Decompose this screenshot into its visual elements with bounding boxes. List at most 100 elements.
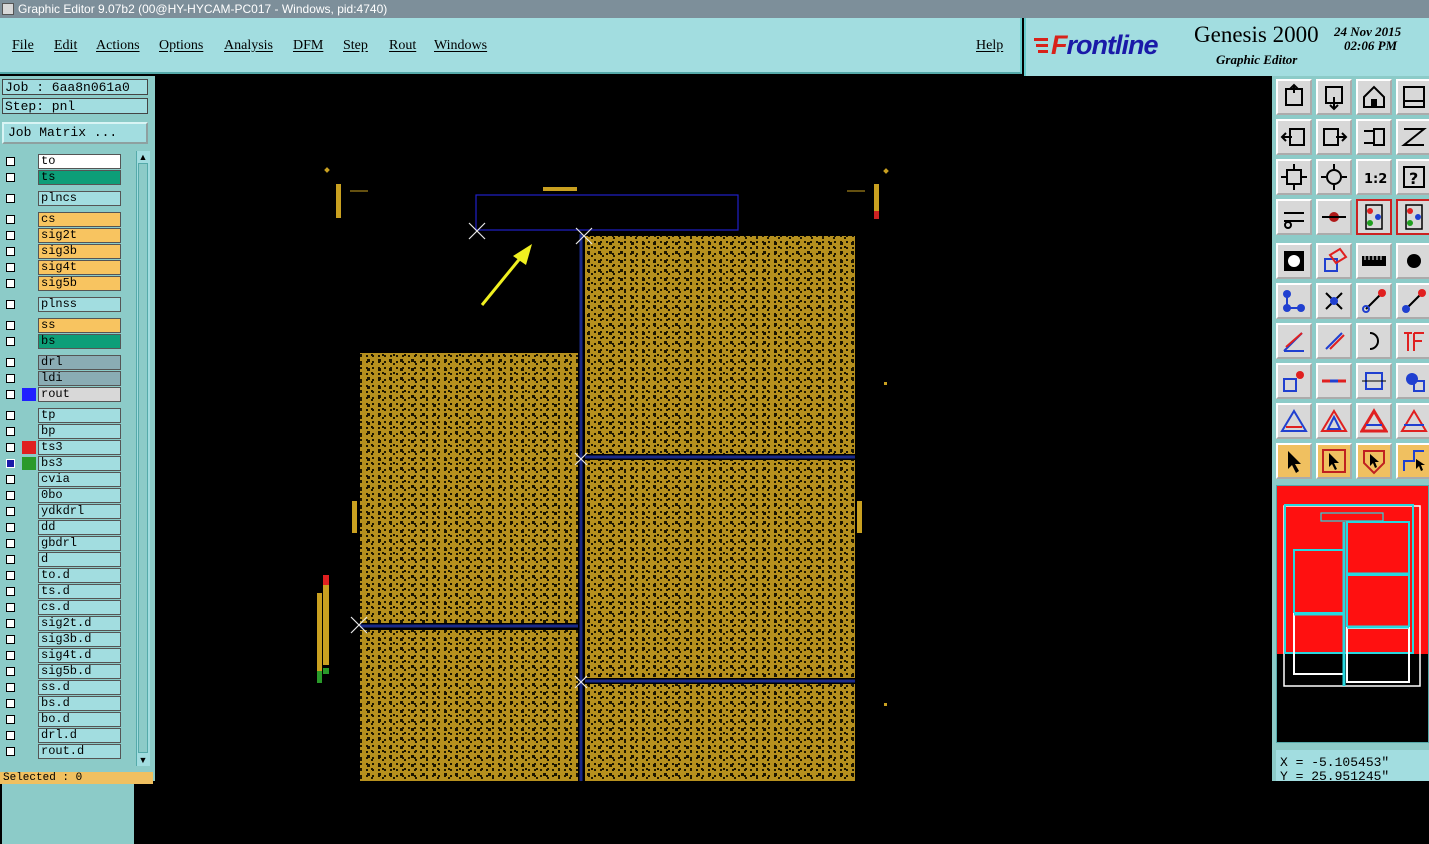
window-tool-button[interactable]	[1276, 79, 1312, 115]
layer-checkbox[interactable]	[6, 443, 15, 452]
menu-windows[interactable]: Windows	[434, 38, 487, 54]
layer-checkbox[interactable]	[6, 247, 15, 256]
menu-help[interactable]: Help	[976, 38, 1003, 54]
line-blue-tool-button[interactable]	[1396, 283, 1429, 319]
layer-row-ts3[interactable]: ts3	[2, 440, 124, 455]
pointer-box-tool-button[interactable]	[1316, 443, 1352, 479]
layer-row-sig4t-d[interactable]: sig4t.d	[2, 648, 124, 663]
menu-rout[interactable]: Rout	[389, 38, 416, 54]
layer-checkbox[interactable]	[6, 523, 15, 532]
slash-tool-button[interactable]	[1316, 323, 1352, 359]
layer-checkbox[interactable]	[6, 667, 15, 676]
angle-tool-button[interactable]	[1276, 323, 1312, 359]
layer-row-tp[interactable]: tp	[2, 408, 124, 423]
pan-right-tool-button[interactable]	[1316, 119, 1352, 155]
menu-step[interactable]: Step	[343, 38, 368, 54]
layer-checkbox[interactable]	[6, 215, 15, 224]
triangle-outline-tool-button[interactable]	[1316, 403, 1352, 439]
menu-actions[interactable]: Actions	[96, 38, 140, 54]
move-tool-button[interactable]	[1276, 363, 1312, 399]
pointer-tool-button[interactable]	[1276, 443, 1312, 479]
one-to-one-tool-button[interactable]: 1:2	[1356, 159, 1392, 195]
layer-row-sig5b[interactable]: sig5b	[2, 276, 124, 291]
layer-checkbox[interactable]	[6, 635, 15, 644]
pcb-panel-mid-right[interactable]	[585, 460, 855, 678]
layer-checkbox[interactable]	[6, 731, 15, 740]
layer-checkbox[interactable]	[6, 358, 15, 367]
minimap[interactable]	[1276, 485, 1429, 743]
menu-analysis[interactable]: Analysis	[224, 38, 273, 54]
connect-tool-button[interactable]	[1276, 283, 1312, 319]
pad-tool-button[interactable]	[1276, 243, 1312, 279]
fit-tool-button[interactable]	[1276, 159, 1312, 195]
layer-row-cs-d[interactable]: cs.d	[2, 600, 124, 615]
layer-row-sig2t[interactable]: sig2t	[2, 228, 124, 243]
layer-checkbox[interactable]	[6, 475, 15, 484]
dot-tool-button[interactable]	[1396, 243, 1429, 279]
layer-row-sig5b-d[interactable]: sig5b.d	[2, 664, 124, 679]
layer-row-rout-d[interactable]: rout.d	[2, 744, 124, 759]
scissor-tool-button[interactable]	[1276, 199, 1312, 235]
pcb-panel-top-left[interactable]	[360, 353, 578, 623]
layer-row-to[interactable]: to	[2, 154, 124, 169]
close-button[interactable]	[1399, 0, 1429, 18]
layer-checkbox[interactable]	[6, 411, 15, 420]
layer-checkbox[interactable]	[6, 491, 15, 500]
scroll-thumb[interactable]	[138, 163, 148, 753]
line-red-tool-button[interactable]	[1356, 283, 1392, 319]
layer-row-ts-d[interactable]: ts.d	[2, 584, 124, 599]
help-tool-button[interactable]: ?	[1396, 159, 1429, 195]
menu-options[interactable]: Options	[159, 38, 203, 54]
window-down-tool-button[interactable]	[1316, 79, 1352, 115]
triangle-x-tool-button[interactable]	[1396, 403, 1429, 439]
layer-row-plncs[interactable]: plncs	[2, 191, 124, 206]
rectangle-tool-button[interactable]	[1316, 243, 1352, 279]
layer-row-0bo[interactable]: 0bo	[2, 488, 124, 503]
layer-row-bs3[interactable]: bs3	[2, 456, 124, 471]
layer-checkbox[interactable]	[6, 231, 15, 240]
layer-row-sig4t[interactable]: sig4t	[2, 260, 124, 275]
scroll-up-icon[interactable]: ▲	[137, 151, 149, 163]
zoom-tool-button[interactable]	[1316, 159, 1352, 195]
triangle-tool-button[interactable]	[1276, 403, 1312, 439]
layer-checkbox[interactable]	[6, 337, 15, 346]
layer-checkbox[interactable]	[6, 157, 15, 166]
layer-checkbox[interactable]	[6, 173, 15, 182]
layer-row-d[interactable]: d	[2, 552, 124, 567]
graphic-canvas[interactable]	[155, 78, 1272, 781]
layer-row-drl[interactable]: drl	[2, 355, 124, 370]
layer-row-cvia[interactable]: cvia	[2, 472, 124, 487]
rout-rectangle[interactable]	[475, 194, 739, 231]
layer-checkbox[interactable]	[6, 507, 15, 516]
minimize-button[interactable]	[1340, 0, 1370, 18]
pointer-shield-tool-button[interactable]	[1356, 443, 1392, 479]
layer-row-plnss[interactable]: plnss	[2, 297, 124, 312]
layer-checkbox[interactable]	[6, 300, 15, 309]
split-tool-button[interactable]	[1396, 79, 1429, 115]
layer-checkbox[interactable]	[6, 194, 15, 203]
layer-checkbox[interactable]	[6, 587, 15, 596]
layer-row-bs-d[interactable]: bs.d	[2, 696, 124, 711]
text-tool-button[interactable]	[1396, 323, 1429, 359]
layer-row-sig3b-d[interactable]: sig3b.d	[2, 632, 124, 647]
menu-edit[interactable]: Edit	[54, 38, 77, 54]
pan-left-tool-button[interactable]	[1276, 119, 1312, 155]
layer-row-bo-d[interactable]: bo.d	[2, 712, 124, 727]
layer-checkbox[interactable]	[6, 279, 15, 288]
layer-row-cs[interactable]: cs	[2, 212, 124, 227]
traffic-light-tool-button[interactable]	[1356, 199, 1392, 235]
job-matrix-button[interactable]: Job Matrix ...	[2, 122, 148, 144]
layer-checkbox[interactable]	[6, 699, 15, 708]
layer-row-gbdrl[interactable]: gbdrl	[2, 536, 124, 551]
menu-file[interactable]: File	[12, 38, 34, 54]
layer-checkbox[interactable]	[6, 683, 15, 692]
layer-checkbox[interactable]	[6, 374, 15, 383]
layer-row-sig3b[interactable]: sig3b	[2, 244, 124, 259]
layer-checkbox[interactable]	[6, 715, 15, 724]
layer-checkbox[interactable]	[6, 651, 15, 660]
layer-checkbox[interactable]	[6, 619, 15, 628]
layer-checkbox[interactable]	[6, 571, 15, 580]
layer-checkbox[interactable]	[6, 603, 15, 612]
route-tool-button[interactable]	[1396, 443, 1429, 479]
layer-checkbox[interactable]	[6, 459, 15, 468]
